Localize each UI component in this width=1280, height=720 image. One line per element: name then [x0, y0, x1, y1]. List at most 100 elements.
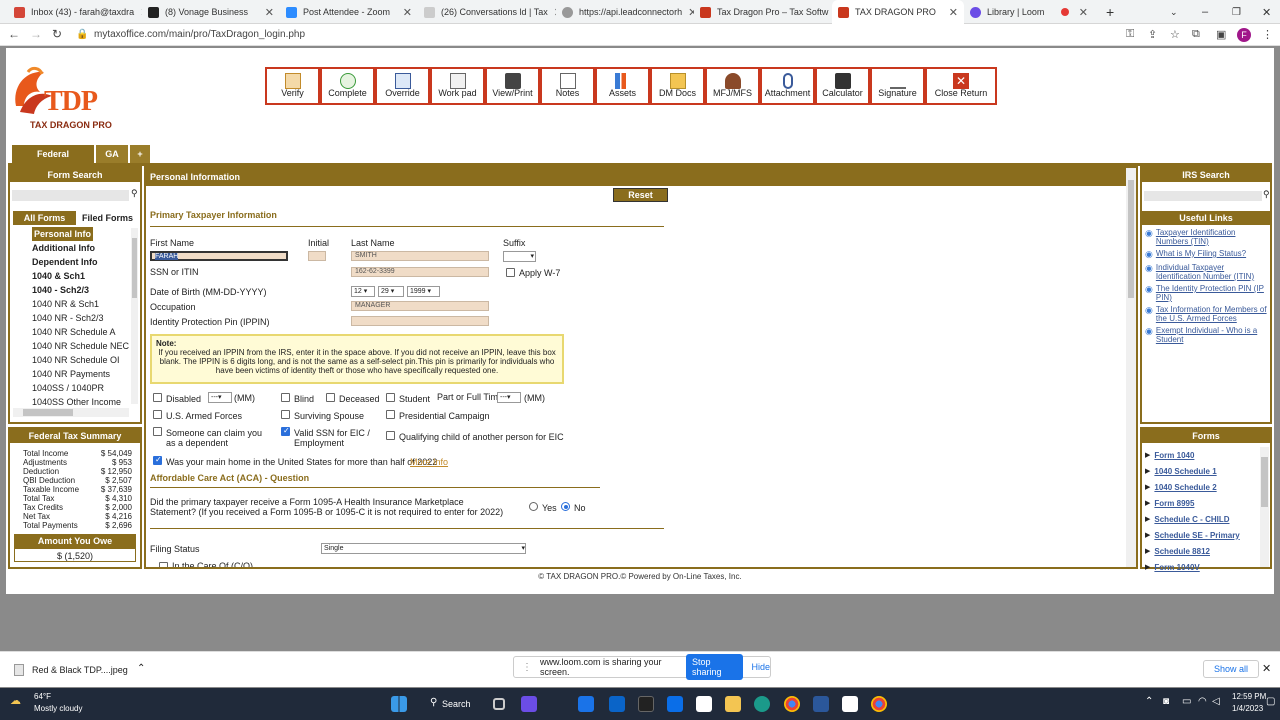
- attachment-button[interactable]: Attachment: [760, 67, 815, 105]
- hide-button[interactable]: Hide: [751, 662, 770, 672]
- forward-icon[interactable]: →: [30, 27, 42, 41]
- view-print-button[interactable]: View/Print: [485, 67, 540, 105]
- notification-icon[interactable]: ▢: [1266, 696, 1275, 707]
- calculator-button[interactable]: Calculator: [815, 67, 870, 105]
- workpad-button[interactable]: Work pad: [430, 67, 485, 105]
- form-item[interactable]: 1040 - Sch2/3: [32, 283, 132, 297]
- form-item[interactable]: Additional Info: [32, 241, 132, 255]
- form-link[interactable]: Form 8995: [1154, 499, 1194, 508]
- url-input[interactable]: 🔒 mytaxoffice.com/main/pro/TaxDragon_logi…: [70, 27, 1120, 43]
- form-item[interactable]: 1040 NR Schedule A: [32, 325, 132, 339]
- student-checkbox[interactable]: [386, 393, 395, 402]
- disabled-month-select[interactable]: ---▾: [208, 392, 232, 403]
- care-of-checkbox[interactable]: [159, 562, 168, 567]
- form-link[interactable]: Schedule 8812: [1154, 547, 1210, 556]
- dm-docs-button[interactable]: DM Docs: [650, 67, 705, 105]
- form-link[interactable]: Form 1040: [1154, 451, 1194, 460]
- browser-tab[interactable]: Tax Dragon Pro – Tax Softw✕: [694, 0, 832, 24]
- browser-tab[interactable]: Library | Loom ✕: [964, 0, 1094, 24]
- reload-icon[interactable]: ↻: [52, 27, 62, 41]
- useful-link[interactable]: Taxpayer Identification Numbers (TIN): [1156, 228, 1269, 246]
- close-icon[interactable]: ✕: [949, 6, 958, 19]
- chevron-up-icon[interactable]: ⌃: [137, 663, 145, 674]
- minimize-icon[interactable]: –: [1196, 0, 1212, 24]
- browser-tab[interactable]: (8) Vonage Business ✕: [142, 0, 280, 24]
- dob-month-select[interactable]: 12 ▾: [351, 286, 375, 297]
- useful-link[interactable]: The Identity Protection PIN (IP PIN): [1156, 284, 1269, 302]
- show-all-button[interactable]: Show all: [1203, 660, 1260, 678]
- tab-ga[interactable]: GA: [96, 145, 130, 163]
- form-item[interactable]: 1040SS Other Income: [32, 395, 132, 409]
- dropbox-icon[interactable]: [667, 696, 683, 712]
- useful-link[interactable]: Tax Information for Members of the U.S. …: [1156, 305, 1269, 323]
- apply-w7-checkbox[interactable]: [506, 268, 515, 277]
- form-link[interactable]: Schedule C - CHILD: [1154, 515, 1229, 524]
- wifi-icon[interactable]: ◠: [1198, 696, 1207, 707]
- ippin-input[interactable]: [351, 316, 489, 326]
- mail-icon[interactable]: [578, 696, 594, 712]
- close-icon[interactable]: ✕: [265, 6, 274, 19]
- form-item[interactable]: 1040 NR Schedule OI: [32, 353, 132, 367]
- aca-yes-radio[interactable]: [529, 502, 538, 511]
- task-view-icon[interactable]: [493, 698, 505, 710]
- useful-link[interactable]: Individual Taxpayer Identification Numbe…: [1156, 263, 1269, 281]
- main-home-checkbox[interactable]: [153, 455, 162, 465]
- last-name-input[interactable]: SMITH: [351, 251, 489, 261]
- close-icon[interactable]: ✕: [1079, 6, 1088, 19]
- override-button[interactable]: Override: [375, 67, 430, 105]
- form-item-personal-info[interactable]: Personal Info: [32, 227, 94, 241]
- clock-date[interactable]: 1/4/2023: [1232, 704, 1263, 713]
- form-search-input[interactable]: [12, 190, 129, 201]
- signature-button[interactable]: Signature: [870, 67, 925, 105]
- form-item[interactable]: 1040 NR Schedule NEC: [32, 339, 132, 353]
- form-item[interactable]: 1040 NR & Sch1: [32, 297, 132, 311]
- armed-forces-checkbox[interactable]: [153, 410, 162, 419]
- parttime-month-select[interactable]: ---▾: [497, 392, 521, 403]
- initial-input[interactable]: [308, 251, 326, 261]
- dob-year-select[interactable]: 1999 ▾: [407, 286, 440, 297]
- browser-tab[interactable]: https://api.leadconnectorh ✕: [556, 0, 694, 24]
- occupation-input[interactable]: MANAGER: [351, 301, 489, 311]
- sidebar-icon[interactable]: ▣: [1216, 28, 1226, 41]
- form-link[interactable]: Form 1040V: [1154, 563, 1199, 572]
- qualifying-child-checkbox[interactable]: [386, 431, 395, 440]
- tab-federal[interactable]: Federal: [12, 145, 96, 163]
- deceased-checkbox[interactable]: [326, 393, 335, 402]
- file-explorer-icon[interactable]: [725, 696, 741, 712]
- dob-day-select[interactable]: 29 ▾: [378, 286, 404, 297]
- tab-filed-forms[interactable]: Filed Forms: [76, 211, 139, 225]
- key-icon[interactable]: ⚿: [1126, 28, 1134, 41]
- tab-search-icon[interactable]: ⌄: [1164, 0, 1180, 24]
- display-icon[interactable]: ▭: [1182, 696, 1191, 707]
- verify-button[interactable]: Verify: [265, 67, 320, 105]
- filing-status-select[interactable]: Single ▾: [321, 543, 526, 554]
- ssn-input[interactable]: 162-62-3399: [351, 267, 489, 277]
- tab-all-forms[interactable]: All Forms: [13, 211, 76, 225]
- drag-handle-icon[interactable]: ⋮: [522, 662, 532, 673]
- irs-search-input[interactable]: [1144, 191, 1262, 201]
- useful-link[interactable]: Exempt Individual - Who is a Student: [1156, 326, 1269, 344]
- form-list-hscrollbar[interactable]: [13, 408, 129, 417]
- volume-icon[interactable]: ◁: [1212, 696, 1220, 707]
- window-close-icon[interactable]: ✕: [1256, 0, 1272, 24]
- form-link[interactable]: 1040 Schedule 2: [1154, 483, 1216, 492]
- close-return-button[interactable]: ✕ Close Return: [925, 67, 997, 105]
- complete-button[interactable]: Complete: [320, 67, 375, 105]
- menu-icon[interactable]: ⋮: [1262, 28, 1273, 41]
- form-link[interactable]: 1040 Schedule 1: [1154, 467, 1216, 476]
- browser-tab[interactable]: Post Attendee - Zoom ✕: [280, 0, 418, 24]
- browser-tab[interactable]: (26) Conversations ld | Tax✕: [418, 0, 556, 24]
- close-icon[interactable]: ✕: [403, 6, 412, 19]
- presidential-checkbox[interactable]: [386, 410, 395, 419]
- blind-checkbox[interactable]: [281, 393, 290, 402]
- browser-tab-active[interactable]: TAX DRAGON PRO ✕: [832, 0, 964, 24]
- aca-no-radio[interactable]: [561, 502, 570, 511]
- extensions-icon[interactable]: ⧉: [1192, 28, 1200, 41]
- outlook-icon[interactable]: [609, 696, 625, 712]
- form-list-scrollbar[interactable]: [131, 228, 138, 404]
- mfj-mfs-button[interactable]: MFJ/MFS: [705, 67, 760, 105]
- reset-screen-button[interactable]: Reset Screen: [613, 188, 668, 212]
- profile-avatar[interactable]: F: [1237, 28, 1251, 42]
- notes-button[interactable]: Notes: [540, 67, 595, 105]
- surviving-spouse-checkbox[interactable]: [281, 410, 290, 419]
